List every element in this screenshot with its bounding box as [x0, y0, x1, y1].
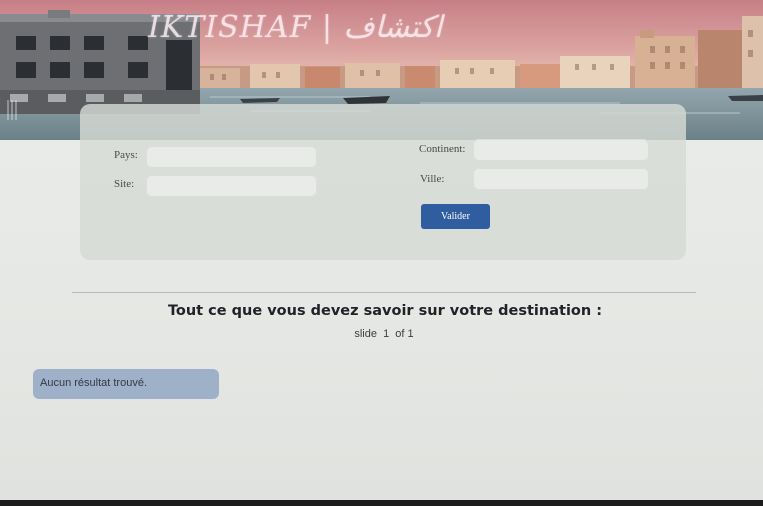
site-title: IKTISHAF | اكتشاف: [148, 10, 443, 45]
country-input[interactable]: [146, 146, 317, 168]
section-divider: [72, 292, 696, 293]
screen-bezel: [0, 500, 763, 506]
no-result-text: Aucun résultat trouvé.: [40, 377, 148, 389]
country-label: Pays:: [114, 149, 138, 161]
slide-indicator: slide 1 of 1: [354, 328, 414, 340]
no-result-message: Aucun résultat trouvé.: [33, 369, 219, 399]
continent-label: Continent:: [419, 143, 466, 155]
site-label: Site:: [114, 178, 135, 190]
city-label: Ville:: [420, 173, 445, 185]
destination-heading: Tout ce que vous devez savoir sur votre …: [167, 303, 603, 319]
city-input[interactable]: [473, 168, 649, 190]
continent-input[interactable]: [473, 139, 649, 161]
site-input[interactable]: [146, 175, 317, 197]
web-page: IKTISHAF | اكتشاف Pays: Site: Continent:…: [0, 0, 763, 500]
validate-button[interactable]: Valider: [421, 204, 490, 229]
